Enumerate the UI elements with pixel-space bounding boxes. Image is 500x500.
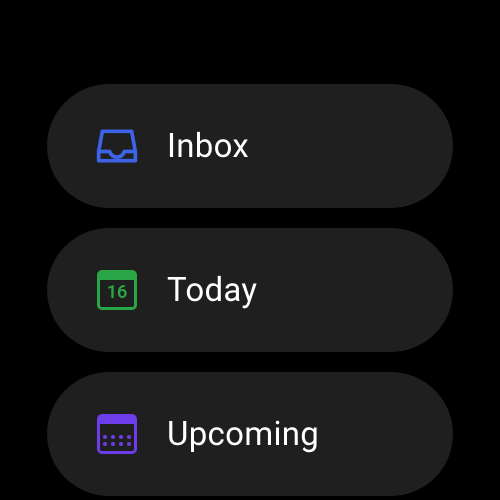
calendar-upcoming-icon [95, 412, 139, 456]
menu-item-today[interactable]: 16 Today [47, 228, 453, 352]
menu-item-label: Today [167, 271, 257, 310]
menu-item-label: Upcoming [167, 415, 319, 454]
menu-item-inbox[interactable]: Inbox [47, 84, 453, 208]
menu-item-label: Inbox [167, 127, 249, 166]
menu-item-upcoming[interactable]: Upcoming [47, 372, 453, 496]
calendar-today-icon: 16 [95, 268, 139, 312]
calendar-day: 16 [107, 282, 128, 303]
inbox-icon [95, 124, 139, 168]
